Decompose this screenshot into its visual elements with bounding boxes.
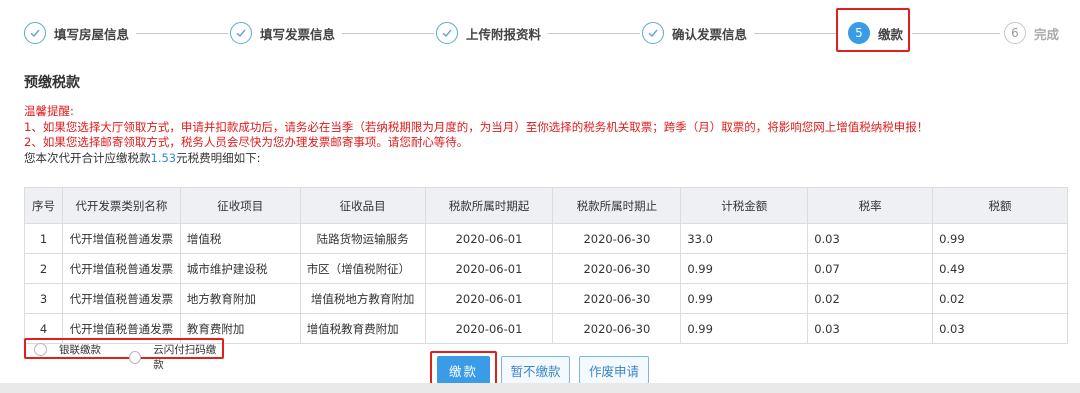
cell-tax-amount: 0.02 [932,283,1068,314]
cell-levy-category: 增值税地方教育附加 [299,283,426,314]
radio-circle-icon[interactable] [34,343,47,356]
step-fill-invoice-info: 填写发票信息 [230,18,335,48]
column-header: 税款所属时期止 [552,187,682,224]
radio-label: 银联缴款 [59,344,101,356]
cell-index: 1 [24,223,63,254]
cell-tax-rate: 0.03 [807,223,934,254]
cell-invoice-type: 代开增值税普通发票 [61,253,181,284]
column-header: 计税金额 [680,187,809,224]
step-upload-attachments: 上传附报资料 [436,18,541,48]
step-label: 确认发票信息 [672,26,748,42]
column-header: 序号 [24,187,63,224]
step-label: 填写发票信息 [260,26,336,42]
cell-levy-category: 市区（增值税附征） [299,253,426,284]
cell-levy-item: 增值税 [179,223,301,254]
check-icon [24,22,46,44]
cell-tax-rate: 0.02 [807,283,934,314]
step-connector [754,33,838,34]
cell-taxable-amount: 0.99 [680,313,809,344]
cell-tax-amount: 0.49 [932,253,1068,284]
cell-levy-category: 增值税教育费附加 [299,313,426,344]
tax-summary: 您本次代开合计应缴税款1.53元税费明细如下: [24,151,928,167]
summary-amount: 1.53 [150,150,177,165]
cell-invoice-type: 代开增值税普通发票 [61,283,181,314]
cell-period-start: 2020-06-01 [424,283,554,314]
step-connector [912,33,1000,34]
table-row: 1 代开增值税普通发票 增值税 陆路货物运输服务 2020-06-01 2020… [24,223,1068,254]
step-connector [342,33,434,34]
step-complete: 6 完成 [1004,18,1059,48]
table-header-row: 序号 代开发票类别名称 征收项目 征收品目 税款所属时期起 税款所属时期止 计税… [24,187,1068,224]
cell-index: 2 [24,253,63,284]
cell-levy-item: 城市维护建设税 [179,253,301,284]
cell-tax-rate: 0.07 [807,253,934,284]
radio-label: 云闪付扫码缴款 [153,344,217,371]
column-header: 征收品目 [299,187,426,224]
cell-period-end: 2020-06-30 [552,253,682,284]
notice-heading: 温馨提醒: [24,104,74,118]
check-icon [436,22,458,44]
step-label: 填写房屋信息 [54,26,130,42]
step-label: 缴款 [878,26,904,42]
cell-period-end: 2020-06-30 [552,283,682,314]
pay-button[interactable]: 缴款 [437,356,490,384]
column-header: 征收项目 [179,187,301,224]
step-label: 上传附报资料 [466,26,542,42]
step-fill-house-info: 填写房屋信息 [24,18,129,48]
step-label: 完成 [1034,26,1060,42]
cell-period-start: 2020-06-01 [424,313,554,344]
cell-period-start: 2020-06-01 [424,253,554,284]
cell-taxable-amount: 0.99 [680,283,809,314]
cell-taxable-amount: 0.99 [680,253,809,284]
cell-tax-amount: 0.03 [932,313,1068,344]
column-header: 税款所属时期起 [424,187,554,224]
cell-tax-amount: 0.99 [932,223,1068,254]
radio-circle-icon[interactable] [129,350,142,364]
cell-taxable-amount: 33.0 [680,223,809,254]
defer-payment-button[interactable]: 暂不缴款 [501,356,570,384]
cell-period-end: 2020-06-30 [552,313,682,344]
cell-index: 3 [24,283,63,314]
cell-levy-item: 地方教育附加 [179,283,301,314]
cell-period-start: 2020-06-01 [424,223,554,254]
column-header: 税率 [807,187,934,224]
summary-suffix: 元税费明细如下: [176,150,261,165]
notice-block: 温馨提醒: 1、如果您选择大厅领取方式，申请并扣款成功后，请务必在当季（若纳税期… [24,104,928,166]
radio-quickpass-qr[interactable]: 云闪付扫码缴款 [129,342,222,372]
progress-stepper: 填写房屋信息 填写发票信息 上传附报资料 确认发票信息 5 缴款 6 完成 [24,8,1068,52]
cell-period-end: 2020-06-30 [552,223,682,254]
step-payment: 5 缴款 [848,18,903,48]
summary-prefix: 您本次代开合计应缴税款 [24,150,151,165]
step-connector [548,33,640,34]
step-connector [136,33,228,34]
section-title: 预缴税款 [24,75,80,91]
cell-levy-category: 陆路货物运输服务 [299,223,426,254]
cell-tax-rate: 0.03 [807,313,934,344]
check-icon [230,22,252,44]
payment-method-group: 银联缴款 云闪付扫码缴款 [24,338,224,371]
radio-unionpay[interactable]: 银联缴款 [34,342,101,357]
step-number-badge: 5 [848,22,870,44]
table-row: 3 代开增值税普通发票 地方教育附加 增值税地方教育附加 2020-06-01 … [24,283,1068,314]
step-number-badge: 6 [1004,22,1026,44]
notice-line-2: 2、如果您选择邮寄领取方式，税务人员会尽快为您办理发票邮寄事项。请您耐心等待。 [24,135,469,149]
notice-line-1: 1、如果您选择大厅领取方式，申请并扣款成功后，请务必在当季（若纳税期限为月度的，… [24,119,929,134]
column-header: 税额 [932,187,1068,224]
step-confirm-invoice: 确认发票信息 [642,18,747,48]
cell-invoice-type: 代开增值税普通发票 [61,223,181,254]
check-icon [642,22,664,44]
void-application-button[interactable]: 作废申请 [579,356,649,384]
footer-bar [0,383,1080,393]
tax-detail-table: 序号 代开发票类别名称 征收项目 征收品目 税款所属时期起 税款所属时期止 计税… [24,187,1068,344]
column-header: 代开发票类别名称 [61,187,181,224]
table-row: 2 代开增值税普通发票 城市维护建设税 市区（增值税附征） 2020-06-01… [24,253,1068,284]
